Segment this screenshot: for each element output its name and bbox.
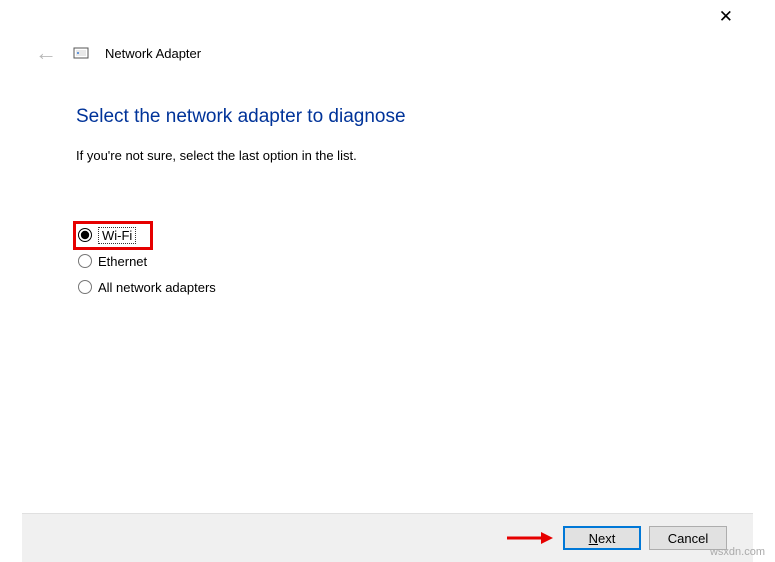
radio-row-ethernet: Ethernet xyxy=(78,251,735,271)
radio-ethernet-label[interactable]: Ethernet xyxy=(98,254,147,269)
window-title: Network Adapter xyxy=(105,46,201,61)
radio-wifi-label[interactable]: Wi-Fi xyxy=(98,227,136,244)
radio-ethernet[interactable] xyxy=(78,254,92,268)
next-button[interactable]: Next xyxy=(563,526,641,550)
page-heading: Select the network adapter to diagnose xyxy=(76,106,735,128)
close-button[interactable]: ✕ xyxy=(719,8,733,25)
radio-row-wifi: Wi-Fi xyxy=(78,225,735,245)
annotation-arrow xyxy=(505,529,553,547)
header: ← Network Adapter xyxy=(35,42,201,64)
radio-all[interactable] xyxy=(78,280,92,294)
radio-row-all: All network adapters xyxy=(78,277,735,297)
page-subtext: If you're not sure, select the last opti… xyxy=(76,148,735,163)
next-rest: ext xyxy=(598,531,615,546)
highlight-wifi: Wi-Fi xyxy=(73,221,153,250)
footer-panel: Next Cancel xyxy=(22,514,753,562)
footer: Next Cancel xyxy=(0,513,775,562)
content-area: Select the network adapter to diagnose I… xyxy=(76,106,735,303)
adapter-radio-group: Wi-Fi Ethernet All network adapters xyxy=(78,225,735,297)
back-button[interactable]: ← xyxy=(35,42,57,64)
network-adapter-icon xyxy=(73,45,89,61)
radio-all-label[interactable]: All network adapters xyxy=(98,280,216,295)
radio-wifi[interactable] xyxy=(78,228,92,242)
next-underline: N xyxy=(589,531,598,546)
watermark: wsxdn.com xyxy=(710,546,765,558)
